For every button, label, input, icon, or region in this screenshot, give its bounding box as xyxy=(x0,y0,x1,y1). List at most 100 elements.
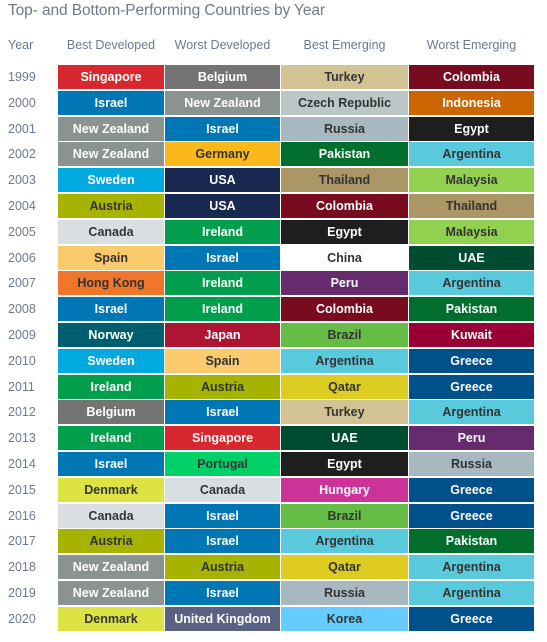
cell-best-emerging: Colombia xyxy=(281,297,408,322)
table-row: 2000 Israel New Zealand Czech Republic Indon… xyxy=(0,90,547,117)
cell-best-emerging: Egypt xyxy=(281,451,408,476)
cell-best-emerging: Colombia xyxy=(281,193,408,218)
table-row: 2013 Ireland Singapore UAE Peru xyxy=(0,426,547,452)
year-label: 2019 xyxy=(8,585,36,600)
cell-best-emerging: Pakistan xyxy=(281,142,408,167)
cell-best-developed: Ireland xyxy=(58,426,164,451)
cell-best-emerging: Russia xyxy=(281,116,408,141)
cell-worst-emerging: Russia xyxy=(409,451,534,476)
cell-best-developed: Norway xyxy=(58,322,164,347)
table-row: 2005 Canada Ireland Egypt Malaysia xyxy=(0,219,547,246)
cell-best-emerging: Brazil xyxy=(281,322,408,347)
cell-best-developed: Ireland xyxy=(58,374,164,399)
header-worst-developed: Worst Developed xyxy=(174,38,271,52)
cell-worst-developed: Israel xyxy=(165,245,280,270)
table-row: 2007 Hong Kong Ireland Peru Argentina xyxy=(0,271,547,297)
year-label: 2001 xyxy=(8,121,36,136)
header-worst-emerging: Worst Emerging xyxy=(426,38,517,52)
cell-worst-emerging: Peru xyxy=(409,426,534,451)
cell-worst-developed: Japan xyxy=(165,322,280,347)
cell-worst-developed: Israel xyxy=(165,503,280,528)
cell-best-emerging: Argentina xyxy=(281,529,408,554)
cell-worst-emerging: Argentina xyxy=(409,400,534,425)
year-label: 2020 xyxy=(8,611,36,626)
cell-worst-emerging: UAE xyxy=(409,245,534,270)
cell-worst-developed: Canada xyxy=(165,477,280,502)
table-row: 2008 Israel Ireland Colombia Pakistan xyxy=(0,297,547,323)
table-row: 2004 Austria USA Colombia Thailand xyxy=(0,193,547,220)
table-row: 2015 Denmark Canada Hungary Greece xyxy=(0,477,547,504)
table-row: 2014 Israel Portugal Egypt Russia xyxy=(0,451,547,478)
cell-best-developed: Israel xyxy=(58,297,164,322)
cell-worst-developed: Austria xyxy=(165,555,280,580)
cell-worst-emerging: Argentina xyxy=(409,271,534,296)
table-row: 2017 Austria Israel Argentina Pakistan xyxy=(0,529,547,555)
cell-best-developed: Sweden xyxy=(58,168,164,193)
cell-worst-emerging: Thailand xyxy=(409,193,534,218)
cell-best-emerging: Korea xyxy=(281,606,408,631)
cell-best-developed: New Zealand xyxy=(58,555,164,580)
cell-best-emerging: Hungary xyxy=(281,477,408,502)
year-label: 2014 xyxy=(8,456,36,471)
cell-worst-developed: Ireland xyxy=(165,219,280,244)
table-row: 2018 New Zealand Austria Qatar Argentina xyxy=(0,555,547,581)
cell-worst-developed: Spain xyxy=(165,348,280,373)
cell-worst-developed: USA xyxy=(165,168,280,193)
cell-best-emerging: China xyxy=(281,245,408,270)
cell-best-developed: New Zealand xyxy=(58,580,164,605)
table-row: 2020 Denmark United Kingdom Korea Greece xyxy=(0,606,547,633)
cell-best-developed: Denmark xyxy=(58,606,164,631)
year-label: 2012 xyxy=(8,405,36,420)
cell-best-developed: Spain xyxy=(58,245,164,270)
table-row: 2016 Canada Israel Brazil Greece xyxy=(0,503,547,530)
cell-worst-developed: New Zealand xyxy=(165,90,280,115)
cell-worst-developed: Israel xyxy=(165,116,280,141)
cell-best-developed: Israel xyxy=(58,451,164,476)
year-label: 2005 xyxy=(8,224,36,239)
cell-worst-developed: Belgium xyxy=(165,65,280,89)
table-row: 2009 Norway Japan Brazil Kuwait xyxy=(0,322,547,349)
cell-best-developed: Austria xyxy=(58,193,164,218)
year-label: 2018 xyxy=(8,560,36,575)
cell-best-developed: Austria xyxy=(58,529,164,554)
performance-table: 1999 Singapore Belgium Turkey Colombia 2000 Is… xyxy=(0,65,547,633)
year-label: 2015 xyxy=(8,482,36,497)
cell-worst-emerging: Indonesia xyxy=(409,90,534,115)
cell-best-developed: Hong Kong xyxy=(58,271,164,296)
table-row: 2006 Spain Israel China UAE xyxy=(0,245,547,272)
cell-worst-emerging: Argentina xyxy=(409,580,534,605)
year-label: 2010 xyxy=(8,353,36,368)
cell-best-emerging: Qatar xyxy=(281,555,408,580)
year-label: 2011 xyxy=(8,379,35,394)
header-best-emerging: Best Emerging xyxy=(303,38,386,52)
cell-best-developed: Belgium xyxy=(58,400,164,425)
cell-worst-emerging: Greece xyxy=(409,477,534,502)
cell-worst-emerging: Kuwait xyxy=(409,322,534,347)
table-row: 1999 Singapore Belgium Turkey Colombia xyxy=(0,65,547,91)
year-label: 2009 xyxy=(8,327,36,342)
cell-worst-emerging: Greece xyxy=(409,374,534,399)
cell-worst-developed: Portugal xyxy=(165,451,280,476)
cell-best-developed: New Zealand xyxy=(58,116,164,141)
table-row: 2011 Ireland Austria Qatar Greece xyxy=(0,374,547,401)
year-label: 2004 xyxy=(8,198,36,213)
cell-best-emerging: Brazil xyxy=(281,503,408,528)
cell-worst-developed: Israel xyxy=(165,400,280,425)
table-row: 2012 Belgium Israel Turkey Argentina xyxy=(0,400,547,426)
cell-best-emerging: Peru xyxy=(281,271,408,296)
year-label: 2008 xyxy=(8,302,36,317)
header-best-developed: Best Developed xyxy=(66,38,156,52)
year-label: 2016 xyxy=(8,508,36,523)
year-label: 2002 xyxy=(8,147,36,162)
cell-best-emerging: Turkey xyxy=(281,65,408,89)
table-row: 2001 New Zealand Israel Russia Egypt xyxy=(0,116,547,143)
cell-worst-emerging: Argentina xyxy=(409,142,534,167)
cell-worst-developed: Austria xyxy=(165,374,280,399)
cell-worst-emerging: Pakistan xyxy=(409,297,534,322)
year-label: 2013 xyxy=(8,431,36,446)
cell-best-emerging: Argentina xyxy=(281,348,408,373)
cell-best-emerging: Thailand xyxy=(281,168,408,193)
cell-worst-developed: Singapore xyxy=(165,426,280,451)
year-label: 2017 xyxy=(8,534,36,549)
cell-worst-emerging: Greece xyxy=(409,606,534,631)
